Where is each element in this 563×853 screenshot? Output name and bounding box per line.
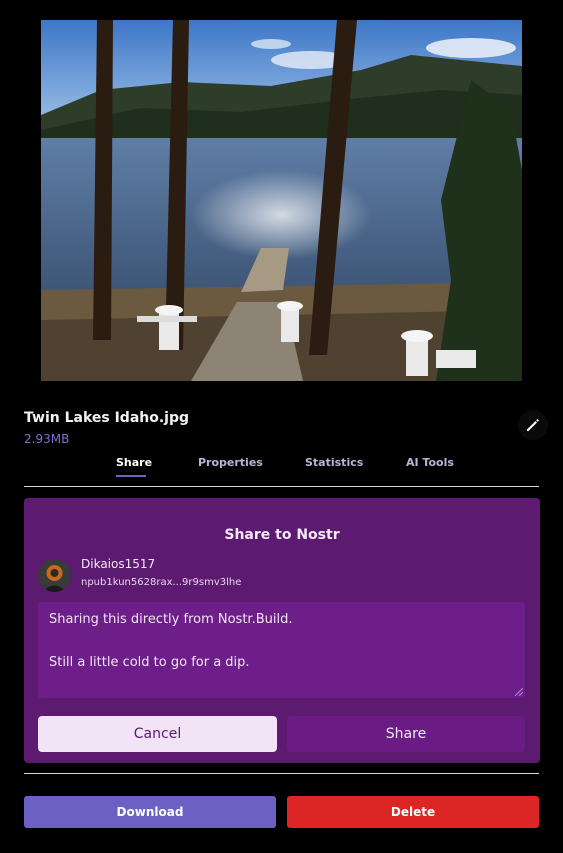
user-npub: npub1kun5628rax...9r9smv3lhe: [81, 577, 242, 588]
avatar: [38, 559, 71, 592]
share-button[interactable]: Share: [287, 716, 525, 752]
message-line: Sharing this directly from Nostr.Build.: [49, 612, 293, 627]
divider-bottom: [24, 773, 539, 774]
tab-statistics[interactable]: Statistics: [305, 456, 363, 469]
user-name: Dikaios1517: [81, 557, 156, 571]
active-tab-indicator: [116, 475, 146, 477]
tab-ai-tools[interactable]: AI Tools: [406, 456, 454, 469]
divider-top: [24, 486, 539, 487]
lake-photo: [41, 20, 522, 381]
resize-handle-icon[interactable]: [515, 688, 523, 696]
message-textarea[interactable]: Sharing this directly from Nostr.Build. …: [38, 602, 525, 698]
share-panel-title: Share to Nostr: [224, 527, 340, 543]
pencil-icon: [527, 419, 539, 431]
message-line: [49, 631, 514, 653]
share-panel: Share to Nostr Dikaios1517 npub1kun5628r…: [24, 498, 540, 763]
file-name: Twin Lakes Idaho.jpg: [24, 410, 190, 426]
file-size: 2.93MB: [24, 432, 70, 446]
tab-bar: Share Properties Statistics AI Tools: [24, 456, 539, 478]
image-preview: [41, 20, 522, 381]
delete-button[interactable]: Delete: [287, 796, 539, 828]
message-line: Still a little cold to go for a dip.: [49, 655, 250, 670]
download-button[interactable]: Download: [24, 796, 276, 828]
edit-button[interactable]: [518, 410, 548, 440]
tab-share[interactable]: Share: [116, 456, 152, 469]
tab-properties[interactable]: Properties: [198, 456, 263, 469]
cancel-button[interactable]: Cancel: [38, 716, 277, 752]
